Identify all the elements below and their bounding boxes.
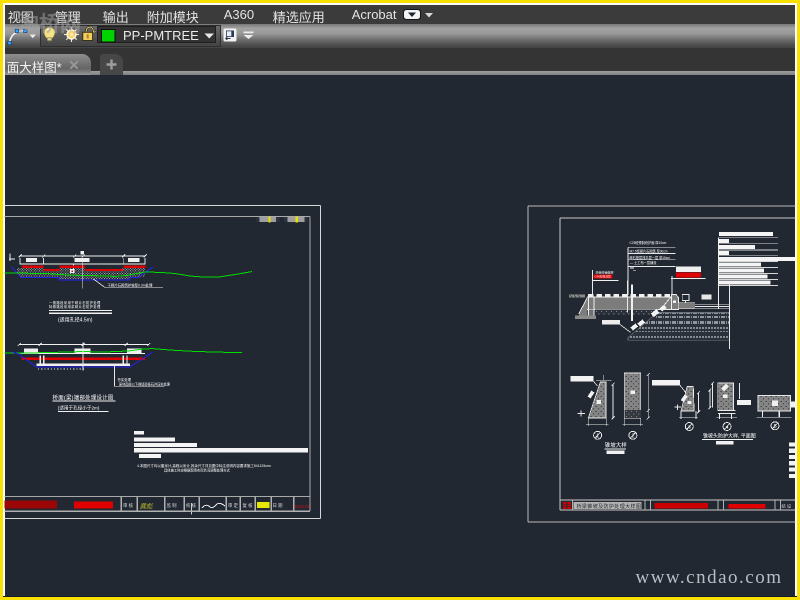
svg-text:审 定: 审 定 [228, 502, 239, 509]
svg-text:结 设: 结 设 [782, 503, 792, 510]
svg-text:夯实处理: 夯实处理 [118, 377, 132, 382]
svg-text:M7.5浆砌片石砌筑 厚30cm: M7.5浆砌片石砌筑 厚30cm [630, 249, 668, 254]
svg-text:日 期: 日 期 [273, 503, 284, 509]
svg-text:审 核: 审 核 [123, 502, 134, 509]
svg-text:碎石垫层找平层一层 厚15cm: 碎石垫层找平层一层 厚15cm [630, 255, 671, 260]
svg-text:锥坡大样: 锥坡大样 [605, 441, 628, 449]
svg-text:特殊路段采用浆砌片石防护处理: 特殊路段采用浆砌片石防护处理 [49, 304, 101, 309]
svg-text:监 制: 监 制 [167, 502, 178, 509]
svg-text:龚彪: 龚彪 [140, 503, 155, 511]
svg-text:桥梁锥坡及防护处理大样图: 桥梁锥坡及防护处理大样图 [577, 503, 642, 510]
svg-text:原地面线以下换填砂砾石并压实处理: 原地面线以下换填砂砾石并压实处理 [119, 382, 171, 387]
svg-text:桥面(梁)端部处理设计图: 桥面(梁)端部处理设计图 [53, 394, 114, 402]
svg-text:(适用于孔径小于2m): (适用于孔径小于2m) [58, 405, 100, 412]
svg-text:— 土工布一层铺设: — 土工布一层铺设 [630, 260, 657, 265]
svg-text:C40砼现浇层: C40砼现浇层 [595, 275, 612, 279]
svg-text:干砌片石砌筑护坡厚0.3m处理: 干砌片石砌筑护坡厚0.3m处理 [108, 282, 153, 287]
svg-text:4.本图尺寸均以厘米计,高程以米计,其余尺寸详见图中标注说明: 4.本图尺寸均以厘米计,高程以米计,其余尺寸详见图中标注说明内容要求施工5411… [137, 463, 272, 468]
svg-text:复 核: 复 核 [243, 502, 254, 509]
svg-text:(适用孔径4.5m): (适用孔径4.5m) [58, 317, 93, 324]
svg-text:锥坡头防护大样, 平面图: 锥坡头防护大样, 平面图 [703, 433, 756, 440]
svg-text:具体施工时应根据现场实际情况调整处理方式: 具体施工时应根据现场实际情况调整处理方式 [164, 468, 231, 473]
svg-text:2015.04: 2015.04 [294, 504, 310, 509]
svg-text:C25砼预制块护面 厚10cm: C25砼预制块护面 厚10cm [630, 240, 667, 245]
